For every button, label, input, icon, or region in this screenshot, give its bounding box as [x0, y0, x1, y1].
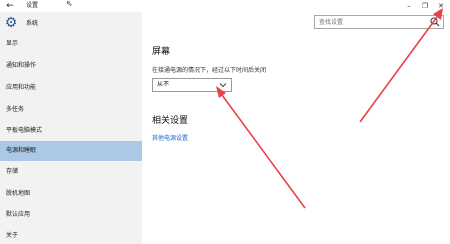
screen-timeout-dropdown[interactable]: 从不 — [152, 78, 232, 92]
sidebar: ⚙ 系统 显示 通知和操作 应用和功能 多任务 平板电脑模式 电源和睡眠 存储 … — [0, 12, 142, 244]
sidebar-item-default-apps[interactable]: 默认应用 — [0, 205, 142, 225]
annotation-arrow-to-close — [359, 16, 438, 123]
additional-power-settings-link[interactable]: 其他电源设置 — [152, 133, 188, 142]
search-box[interactable] — [314, 15, 444, 29]
sidebar-item-offline-maps[interactable]: 脱机地图 — [0, 184, 142, 204]
back-arrow-icon[interactable]: ← — [4, 0, 16, 12]
search-icon[interactable] — [430, 17, 440, 27]
screen-off-description: 在接通电源的情况下，经过以下时间后关闭 — [152, 67, 267, 74]
window-title: 设置 — [26, 2, 39, 9]
sidebar-item-about[interactable]: 关于 — [0, 226, 142, 244]
related-settings-title: 相关设置 — [152, 116, 189, 126]
sidebar-item-tablet-mode[interactable]: 平板电脑模式 — [0, 121, 142, 141]
mouse-cursor-icon: ⇖ — [66, 0, 73, 8]
section-title-screen: 屏幕 — [152, 47, 171, 57]
sidebar-home-label: 系统 — [26, 20, 39, 27]
dropdown-selected-value: 从不 — [157, 81, 170, 88]
sidebar-item-power-sleep[interactable]: 电源和睡眠 — [0, 141, 142, 161]
chevron-down-icon — [219, 83, 227, 88]
sidebar-item-multitasking[interactable]: 多任务 — [0, 100, 142, 120]
close-button[interactable]: ✕ — [434, 0, 448, 12]
minimize-button[interactable]: – — [402, 0, 416, 12]
annotation-arrow-to-dropdown — [221, 94, 306, 209]
search-input[interactable] — [315, 16, 427, 28]
maximize-button[interactable]: ❐ — [418, 0, 432, 12]
sidebar-item-apps[interactable]: 应用和功能 — [0, 78, 142, 98]
sidebar-item-notifications[interactable]: 通知和操作 — [0, 56, 142, 76]
sidebar-item-storage[interactable]: 存储 — [0, 162, 142, 182]
sidebar-item-display[interactable]: 显示 — [0, 34, 142, 54]
sidebar-home[interactable]: ⚙ 系统 — [0, 14, 142, 34]
gear-icon: ⚙ — [4, 15, 18, 31]
title-bar: ← 设置 ⇖ – ❐ ✕ — [0, 0, 450, 12]
